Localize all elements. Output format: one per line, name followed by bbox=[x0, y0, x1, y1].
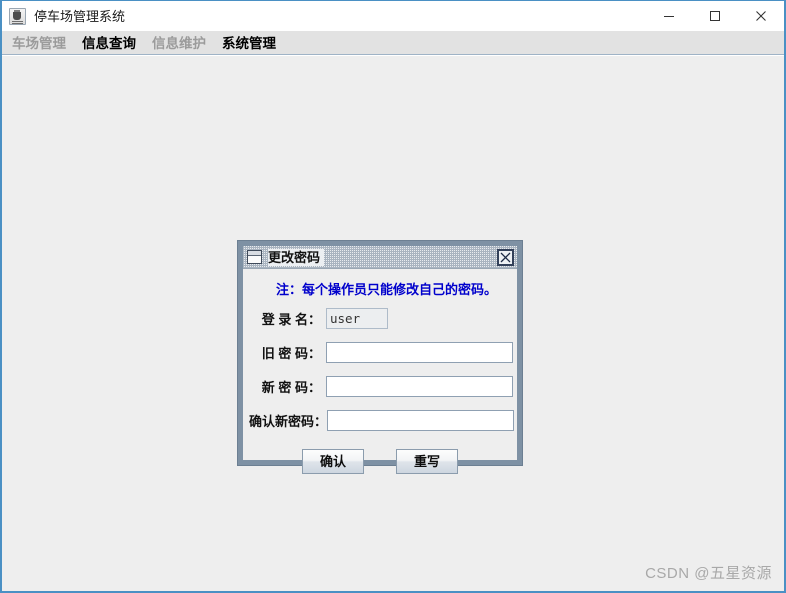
form-row-confirm-password: 确认新密码： bbox=[243, 409, 517, 431]
menu-item-parking-management[interactable]: 车场管理 bbox=[4, 30, 74, 55]
close-button[interactable] bbox=[738, 1, 784, 31]
dialog-titlebar[interactable]: 更改密码 bbox=[243, 246, 517, 269]
minimize-icon bbox=[664, 16, 674, 17]
close-x-icon bbox=[500, 252, 511, 262]
old-password-label: 旧 密 码： bbox=[261, 345, 321, 361]
menu-item-info-maintenance[interactable]: 信息维护 bbox=[144, 30, 214, 55]
form-row-login-name: 登 录 名： bbox=[243, 307, 517, 329]
maximize-icon bbox=[710, 11, 720, 21]
dialog-button-row: 确认 重写 bbox=[243, 449, 517, 474]
change-password-dialog: 更改密码 注：每个操作员只能修改自己的密码。 登 录 名： 旧 密 码： bbox=[238, 241, 522, 474]
dialog-title: 更改密码 bbox=[268, 248, 325, 266]
menu-item-info-query[interactable]: 信息查询 bbox=[74, 30, 144, 55]
confirm-button[interactable]: 确认 bbox=[302, 449, 364, 474]
application-window: 停车场管理系统 车场管理 信息查询 信息维护 系统管理 更改密码 注：每个操作员… bbox=[0, 0, 786, 593]
maximize-button[interactable] bbox=[692, 1, 738, 31]
window-controls bbox=[646, 1, 784, 31]
dialog-body: 注：每个操作员只能修改自己的密码。 登 录 名： 旧 密 码： 新 密 码： 确… bbox=[243, 269, 517, 474]
csdn-watermark: CSDN @五星资源 bbox=[645, 565, 772, 582]
dialog-close-button[interactable] bbox=[497, 248, 514, 266]
minimize-button[interactable] bbox=[646, 1, 692, 31]
login-name-field[interactable] bbox=[326, 307, 388, 329]
desktop-pane: 更改密码 注：每个操作员只能修改自己的密码。 登 录 名： 旧 密 码： bbox=[2, 55, 784, 591]
window-frame-icon bbox=[247, 250, 262, 264]
window-titlebar: 停车场管理系统 bbox=[2, 1, 784, 31]
window-title: 停车场管理系统 bbox=[34, 8, 126, 24]
close-icon bbox=[756, 11, 766, 21]
login-name-label: 登 录 名： bbox=[261, 311, 321, 327]
confirm-password-label: 确认新密码： bbox=[248, 413, 327, 429]
password-notice-text: 注：每个操作员只能修改自己的密码。 bbox=[276, 282, 498, 297]
new-password-label: 新 密 码： bbox=[261, 379, 321, 395]
confirm-password-field[interactable] bbox=[327, 409, 514, 431]
form-row-old-password: 旧 密 码： bbox=[243, 341, 517, 363]
old-password-field[interactable] bbox=[326, 341, 513, 363]
menu-item-system-management[interactable]: 系统管理 bbox=[214, 30, 284, 55]
java-coffee-cup-icon bbox=[9, 7, 26, 25]
new-password-field[interactable] bbox=[326, 375, 513, 397]
form-row-new-password: 新 密 码： bbox=[243, 375, 517, 397]
reset-button[interactable]: 重写 bbox=[396, 449, 458, 474]
menubar: 车场管理 信息查询 信息维护 系统管理 bbox=[2, 31, 784, 55]
